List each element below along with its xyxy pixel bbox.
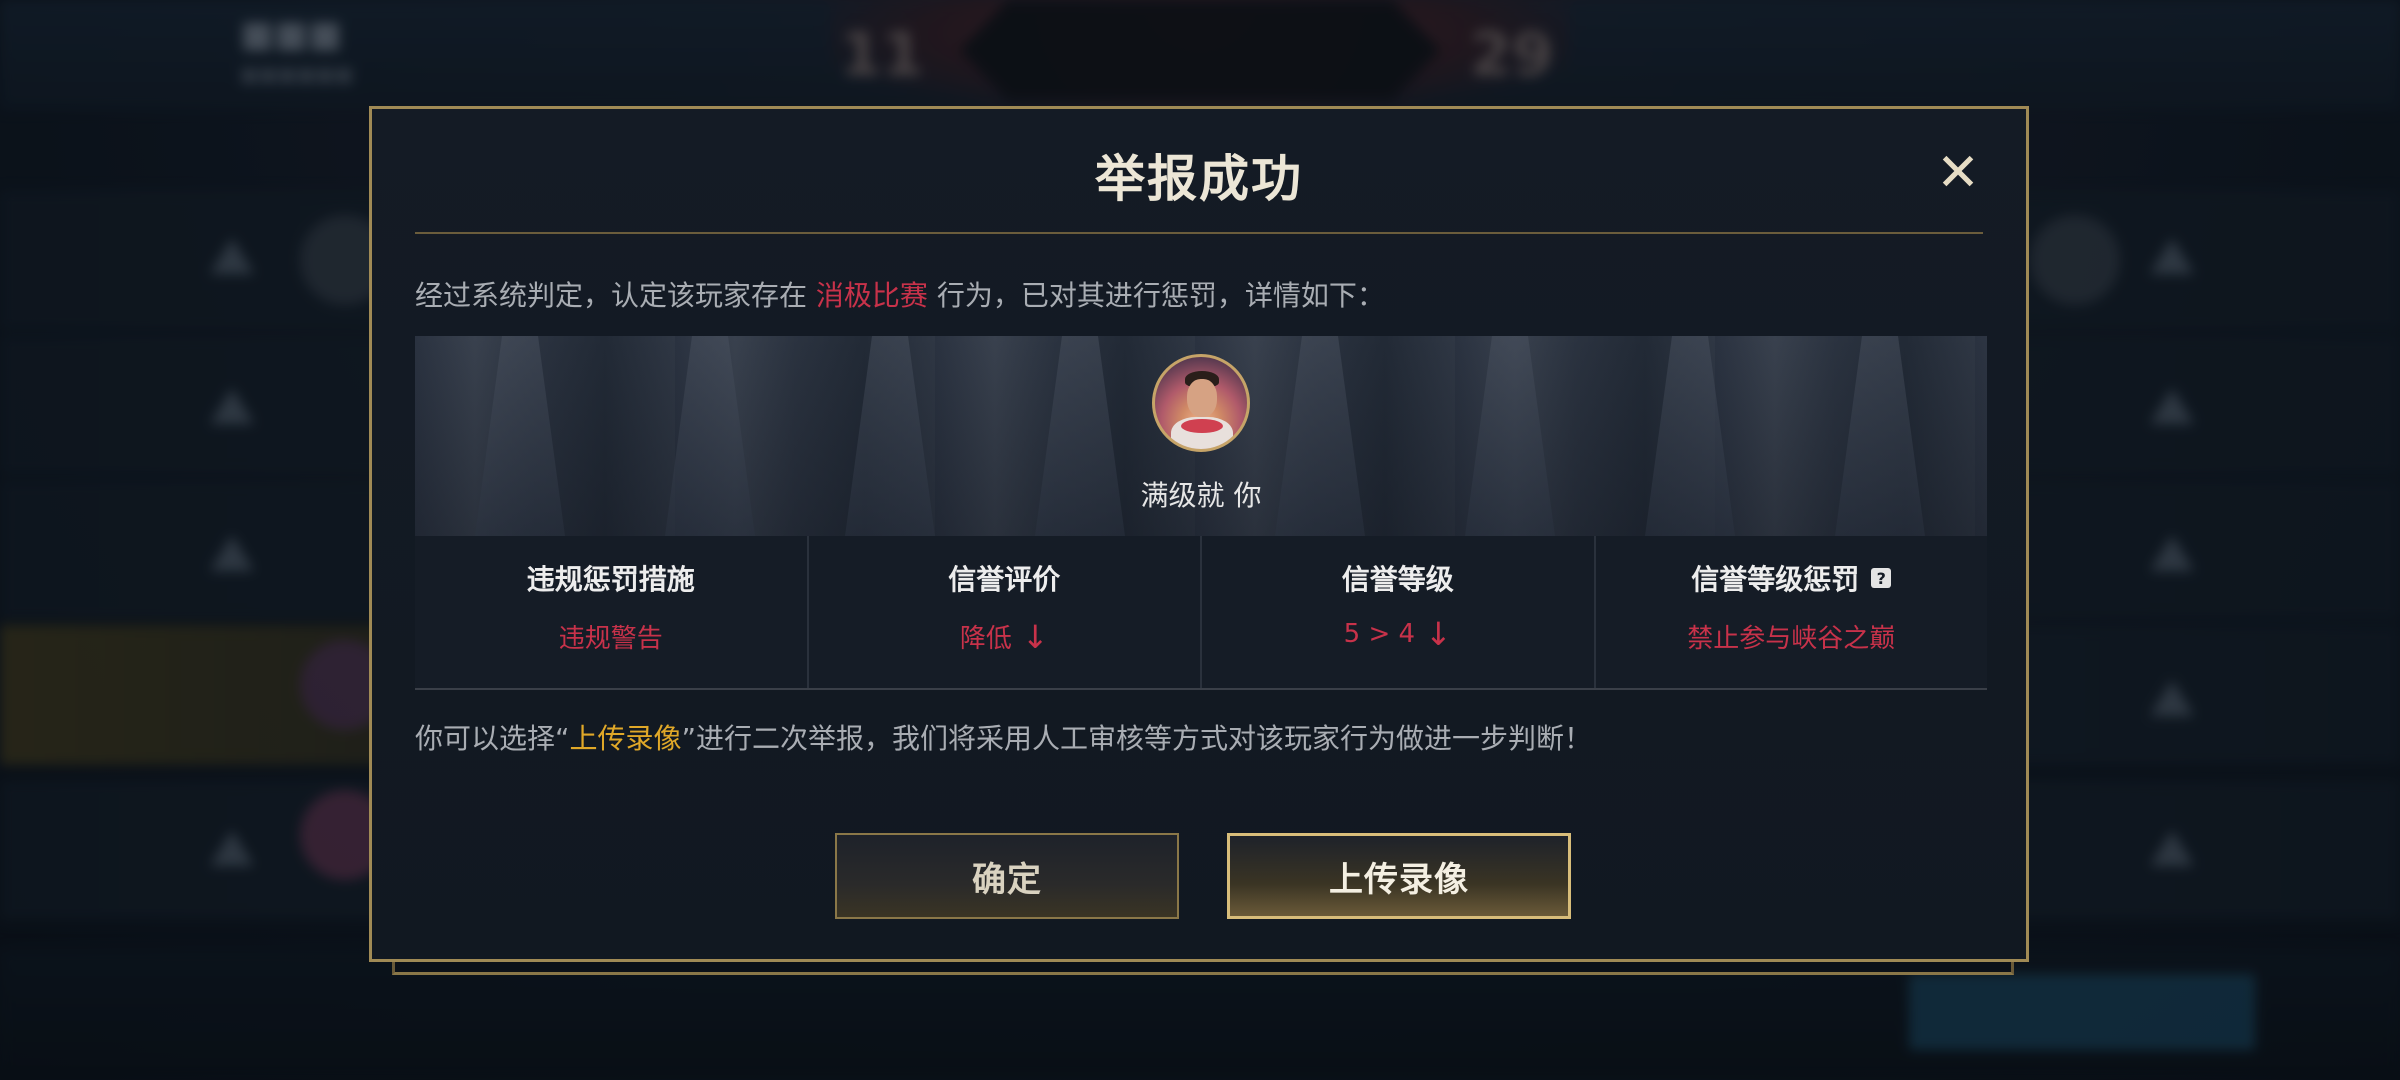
stat-value: 5 > 4 ↓ (1343, 615, 1452, 653)
stat-credit-level-penalty: 信誉等级惩罚 ? 禁止参与峡谷之巅 (1596, 536, 1988, 688)
stat-penalty-measure: 违规惩罚措施 违规警告 (415, 536, 809, 688)
verdict-prefix: 经过系统判定，认定该玩家存在 (415, 279, 808, 312)
violation-type: 消极比赛 (815, 279, 928, 312)
arrow-down-icon: ↓ (1021, 617, 1049, 656)
hint-prefix: 你可以选择“ (415, 722, 570, 755)
player-name: 满级就 你 (1140, 479, 1262, 512)
report-success-dialog: 举报成功 ✕ 经过系统判定，认定该玩家存在 消极比赛 行为，已对其进行惩罚，详情… (369, 106, 2029, 962)
close-button[interactable]: ✕ (1930, 145, 1986, 201)
stat-label: 信誉等级惩罚 ? (1691, 558, 1892, 598)
stat-value: 违规警告 (558, 624, 663, 654)
stat-credit-level: 信誉等级 5 > 4 ↓ (1202, 536, 1596, 688)
dialog-title: 举报成功 (1095, 150, 1303, 208)
stat-credit-rating: 信誉评价 降低 ↓ (809, 536, 1202, 688)
upload-replay-button[interactable]: 上传录像 (1227, 833, 1571, 919)
close-icon: ✕ (1936, 143, 1980, 203)
stat-value: 禁止参与峡谷之巅 (1687, 624, 1896, 654)
stat-label: 违规惩罚措施 (526, 563, 695, 596)
appeal-hint: 你可以选择“上传录像”进行二次举报，我们将采用人工审核等方式对该玩家行为做进一步… (415, 717, 1592, 757)
hint-suffix: ”进行二次举报，我们将采用人工审核等方式对该玩家行为做进一步判断！ (681, 722, 1593, 755)
penalty-stats: 违规惩罚措施 违规警告 信誉评价 降低 ↓ 信誉等级 5 > 4 ↓ 信誉等级惩… (415, 536, 1987, 690)
help-icon[interactable]: ? (1871, 568, 1892, 588)
player-banner: 满级就 你 (415, 336, 1987, 536)
verdict-suffix: 行为，已对其进行惩罚，详情如下： (936, 279, 1385, 312)
stat-label: 信誉评价 (948, 563, 1061, 596)
arrow-down-icon: ↓ (1425, 615, 1452, 653)
title-divider (415, 232, 1983, 234)
verdict-text: 经过系统判定，认定该玩家存在 消极比赛 行为，已对其进行惩罚，详情如下： (415, 274, 1385, 314)
hint-highlight: 上传录像 (569, 722, 682, 755)
stat-value: 降低 ↓ (959, 617, 1049, 656)
confirm-button[interactable]: 确定 (835, 833, 1179, 919)
stat-label: 信誉等级 (1341, 563, 1454, 596)
player-avatar (1152, 354, 1250, 452)
